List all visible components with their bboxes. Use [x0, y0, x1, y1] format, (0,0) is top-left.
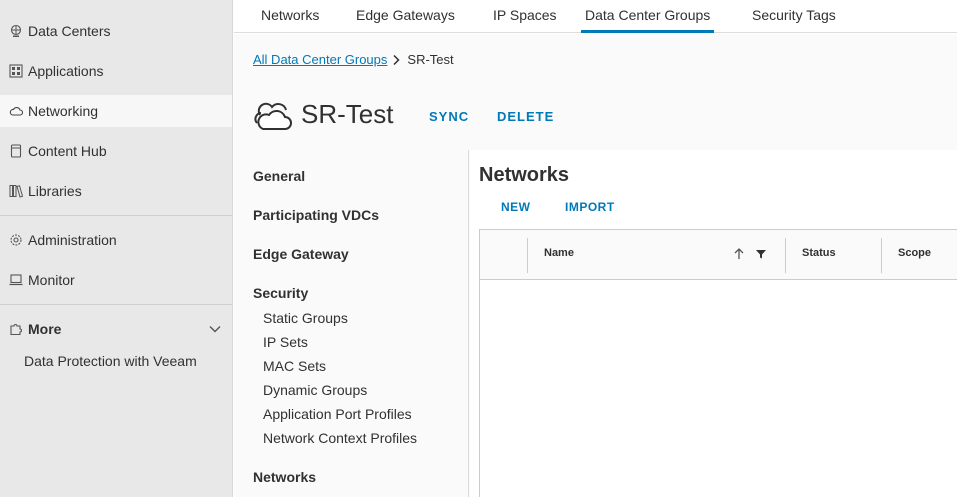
sidebar-item-label: Data Centers: [28, 23, 111, 39]
breadcrumb: All Data Center Groups SR-Test: [253, 52, 454, 67]
sidebar-item-label: Administration: [28, 232, 117, 248]
sidebar-item-administration[interactable]: Administration: [0, 224, 232, 256]
sidebar-divider: [0, 215, 232, 216]
subnav-dynamic-groups[interactable]: Dynamic Groups: [263, 382, 367, 398]
subnav-ip-sets[interactable]: IP Sets: [263, 334, 308, 350]
sort-ascending-icon[interactable]: [733, 247, 745, 261]
sidebar-item-data-centers[interactable]: Data Centers: [0, 15, 232, 47]
sidebar-divider: [0, 304, 232, 305]
page-header: SR-Test: [251, 92, 393, 136]
subnav-network-context-profiles[interactable]: Network Context Profiles: [263, 430, 417, 446]
delete-button[interactable]: DELETE: [497, 109, 554, 124]
tab-security-tags[interactable]: Security Tags: [752, 0, 836, 33]
content-hub-icon: [8, 144, 23, 159]
section-title: Networks: [479, 164, 570, 186]
sidebar-item-label: Monitor: [28, 272, 75, 288]
subnav-edge-gateway[interactable]: Edge Gateway: [253, 246, 349, 262]
administration-gear-icon: [8, 233, 23, 248]
column-header-name[interactable]: Name: [544, 247, 574, 259]
networks-datagrid: Name Status Scope: [479, 229, 957, 497]
top-tab-bar: Networks Edge Gateways IP Spaces Data Ce…: [234, 0, 957, 33]
networking-cloud-icon: [8, 104, 23, 119]
new-network-button[interactable]: NEW: [501, 200, 531, 214]
breadcrumb-current: SR-Test: [407, 52, 454, 67]
datagrid-header: Name Status Scope: [480, 230, 957, 280]
subnav-mac-sets[interactable]: MAC Sets: [263, 358, 326, 374]
tab-networks[interactable]: Networks: [261, 0, 319, 33]
sidebar-item-libraries[interactable]: Libraries: [0, 175, 232, 207]
sidebar-item-label: Libraries: [28, 183, 82, 199]
sidebar-item-content-hub[interactable]: Content Hub: [0, 135, 232, 167]
column-divider: [527, 238, 528, 273]
libraries-icon: [8, 184, 23, 199]
more-puzzle-icon: [8, 322, 23, 337]
data-center-group-clouds-icon: [254, 102, 292, 130]
subnav-security[interactable]: Security: [253, 285, 308, 301]
sidebar-item-monitor[interactable]: Monitor: [0, 264, 232, 296]
subnav-participating-vdcs[interactable]: Participating VDCs: [253, 207, 379, 223]
left-sidebar: Data Centers Applications Networking Con…: [0, 0, 233, 497]
column-header-scope[interactable]: Scope: [898, 247, 931, 259]
main-area: All Data Center Groups SR-Test SR-Test S…: [234, 34, 957, 497]
sync-button[interactable]: SYNC: [429, 109, 469, 124]
sidebar-item-applications[interactable]: Applications: [0, 55, 232, 87]
sidebar-item-label: More: [28, 321, 62, 337]
subnav-application-port-profiles[interactable]: Application Port Profiles: [263, 406, 412, 422]
chevron-down-icon[interactable]: [208, 322, 222, 336]
subnav-general[interactable]: General: [253, 168, 305, 184]
data-centers-icon: [8, 24, 23, 39]
sidebar-item-networking[interactable]: Networking: [0, 95, 232, 127]
tab-data-center-groups[interactable]: Data Center Groups: [581, 0, 715, 33]
column-divider: [881, 238, 882, 273]
sidebar-subitem-data-protection-veeam[interactable]: Data Protection with Veeam: [24, 353, 197, 369]
sidebar-item-label: Networking: [28, 103, 99, 119]
applications-icon: [8, 64, 23, 79]
networks-panel: Networks NEW IMPORT Name Status Scope: [470, 150, 957, 497]
filter-icon[interactable]: [755, 248, 767, 260]
import-network-button[interactable]: IMPORT: [565, 200, 615, 214]
subnav-static-groups[interactable]: Static Groups: [263, 310, 348, 326]
column-divider: [785, 238, 786, 273]
tab-edge-gateways[interactable]: Edge Gateways: [356, 0, 455, 33]
chevron-right-icon: [393, 54, 400, 65]
monitor-icon: [8, 273, 23, 288]
page-title: SR-Test: [301, 98, 394, 129]
sidebar-item-label: Content Hub: [28, 143, 107, 159]
column-header-status[interactable]: Status: [802, 247, 836, 259]
tab-ip-spaces[interactable]: IP Spaces: [493, 0, 557, 33]
sidebar-item-more[interactable]: More: [0, 313, 232, 345]
subnav-networks[interactable]: Networks: [253, 469, 316, 485]
detail-subnav: General Participating VDCs Edge Gateway …: [234, 150, 469, 497]
breadcrumb-link-all-data-center-groups[interactable]: All Data Center Groups: [253, 52, 387, 67]
sidebar-item-label: Applications: [28, 63, 104, 79]
